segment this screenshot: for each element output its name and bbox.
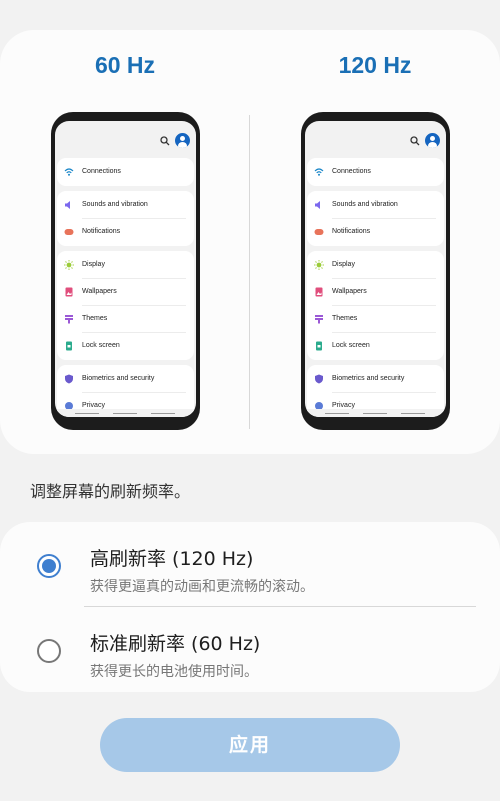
120hz-label: 120 Hz bbox=[338, 52, 412, 78]
image-icon bbox=[314, 287, 324, 297]
settings-item-connections: Connections bbox=[57, 158, 194, 185]
notification-icon bbox=[314, 227, 324, 237]
settings-item-lock-screen: Lock screen bbox=[57, 332, 194, 359]
option-subtitle: 获得更逼真的动画和更流畅的滚动。 bbox=[90, 579, 314, 595]
phone-screen: Connections Sounds and vibration Notific… bbox=[55, 121, 196, 417]
shield-icon bbox=[64, 374, 74, 384]
settings-item-sounds: Sounds and vibration bbox=[57, 191, 194, 218]
settings-group-display: Display Wallpapers Themes Lock screen bbox=[307, 251, 444, 360]
settings-group-sounds: Sounds and vibration Notifications bbox=[57, 191, 194, 246]
settings-item-lock-screen: Lock screen bbox=[307, 332, 444, 359]
settings-item-notifications: Notifications bbox=[57, 218, 194, 245]
speaker-icon bbox=[314, 200, 324, 210]
option-subtitle: 获得更长的电池使用时间。 bbox=[90, 664, 258, 680]
settings-item-wallpapers: Wallpapers bbox=[307, 278, 444, 305]
60hz-label: 60 Hz bbox=[94, 52, 156, 78]
option-title: 标准刷新率 (60 Hz) bbox=[90, 633, 261, 655]
settings-group-connections: Connections bbox=[57, 158, 194, 186]
settings-item-notifications: Notifications bbox=[307, 218, 444, 245]
lock-icon bbox=[64, 341, 74, 351]
phone-topbar bbox=[55, 121, 196, 161]
settings-item-themes: Themes bbox=[57, 305, 194, 332]
option-high-refresh-rate[interactable]: 高刷新率 (120 Hz) 获得更逼真的动画和更流畅的滚动。 bbox=[0, 526, 500, 606]
sun-icon bbox=[314, 259, 324, 270]
wifi-icon bbox=[64, 167, 74, 177]
options-divider bbox=[84, 606, 476, 607]
instruction-text: 调整屏幕的刷新频率。 bbox=[30, 482, 191, 501]
search-icon bbox=[160, 136, 170, 146]
settings-item-display: Display bbox=[57, 251, 194, 278]
settings-item-connections: Connections bbox=[307, 158, 444, 185]
phone-topbar bbox=[305, 121, 446, 161]
image-icon bbox=[64, 287, 74, 297]
settings-item-wallpapers: Wallpapers bbox=[57, 278, 194, 305]
refresh-rate-options: 高刷新率 (120 Hz) 获得更逼真的动画和更流畅的滚动。 标准刷新率 (60… bbox=[0, 522, 500, 692]
settings-item-themes: Themes bbox=[307, 305, 444, 332]
brush-icon bbox=[64, 314, 74, 324]
option-standard-refresh-rate[interactable]: 标准刷新率 (60 Hz) 获得更长的电池使用时间。 bbox=[0, 611, 500, 691]
profile-avatar-icon bbox=[175, 133, 190, 148]
preview-divider bbox=[249, 115, 250, 429]
notification-icon bbox=[64, 227, 74, 237]
settings-group-sounds: Sounds and vibration Notifications bbox=[307, 191, 444, 246]
phone-nav-bar bbox=[55, 409, 196, 417]
shield-icon bbox=[314, 374, 324, 384]
radio-unselected-icon[interactable] bbox=[37, 639, 61, 663]
profile-avatar-icon bbox=[425, 133, 440, 148]
phone-nav-bar bbox=[305, 409, 446, 417]
apply-button[interactable]: 应用 bbox=[100, 718, 400, 772]
settings-item-biometrics: Biometrics and security bbox=[57, 365, 194, 392]
settings-item-sounds: Sounds and vibration bbox=[307, 191, 444, 218]
phone-preview-120hz: Connections Sounds and vibration Notific… bbox=[301, 112, 450, 430]
sun-icon bbox=[64, 259, 74, 270]
wifi-icon bbox=[314, 167, 324, 177]
brush-icon bbox=[314, 314, 324, 324]
settings-item-biometrics: Biometrics and security bbox=[307, 365, 444, 392]
option-title: 高刷新率 (120 Hz) bbox=[90, 548, 254, 570]
settings-group-display: Display Wallpapers Themes Lock screen bbox=[57, 251, 194, 360]
search-icon bbox=[410, 136, 420, 146]
phone-screen: Connections Sounds and vibration Notific… bbox=[305, 121, 446, 417]
phone-preview-60hz: Connections Sounds and vibration Notific… bbox=[51, 112, 200, 430]
speaker-icon bbox=[64, 200, 74, 210]
lock-icon bbox=[314, 341, 324, 351]
settings-item-display: Display bbox=[307, 251, 444, 278]
settings-group-connections: Connections bbox=[307, 158, 444, 186]
radio-selected-icon[interactable] bbox=[37, 554, 61, 578]
